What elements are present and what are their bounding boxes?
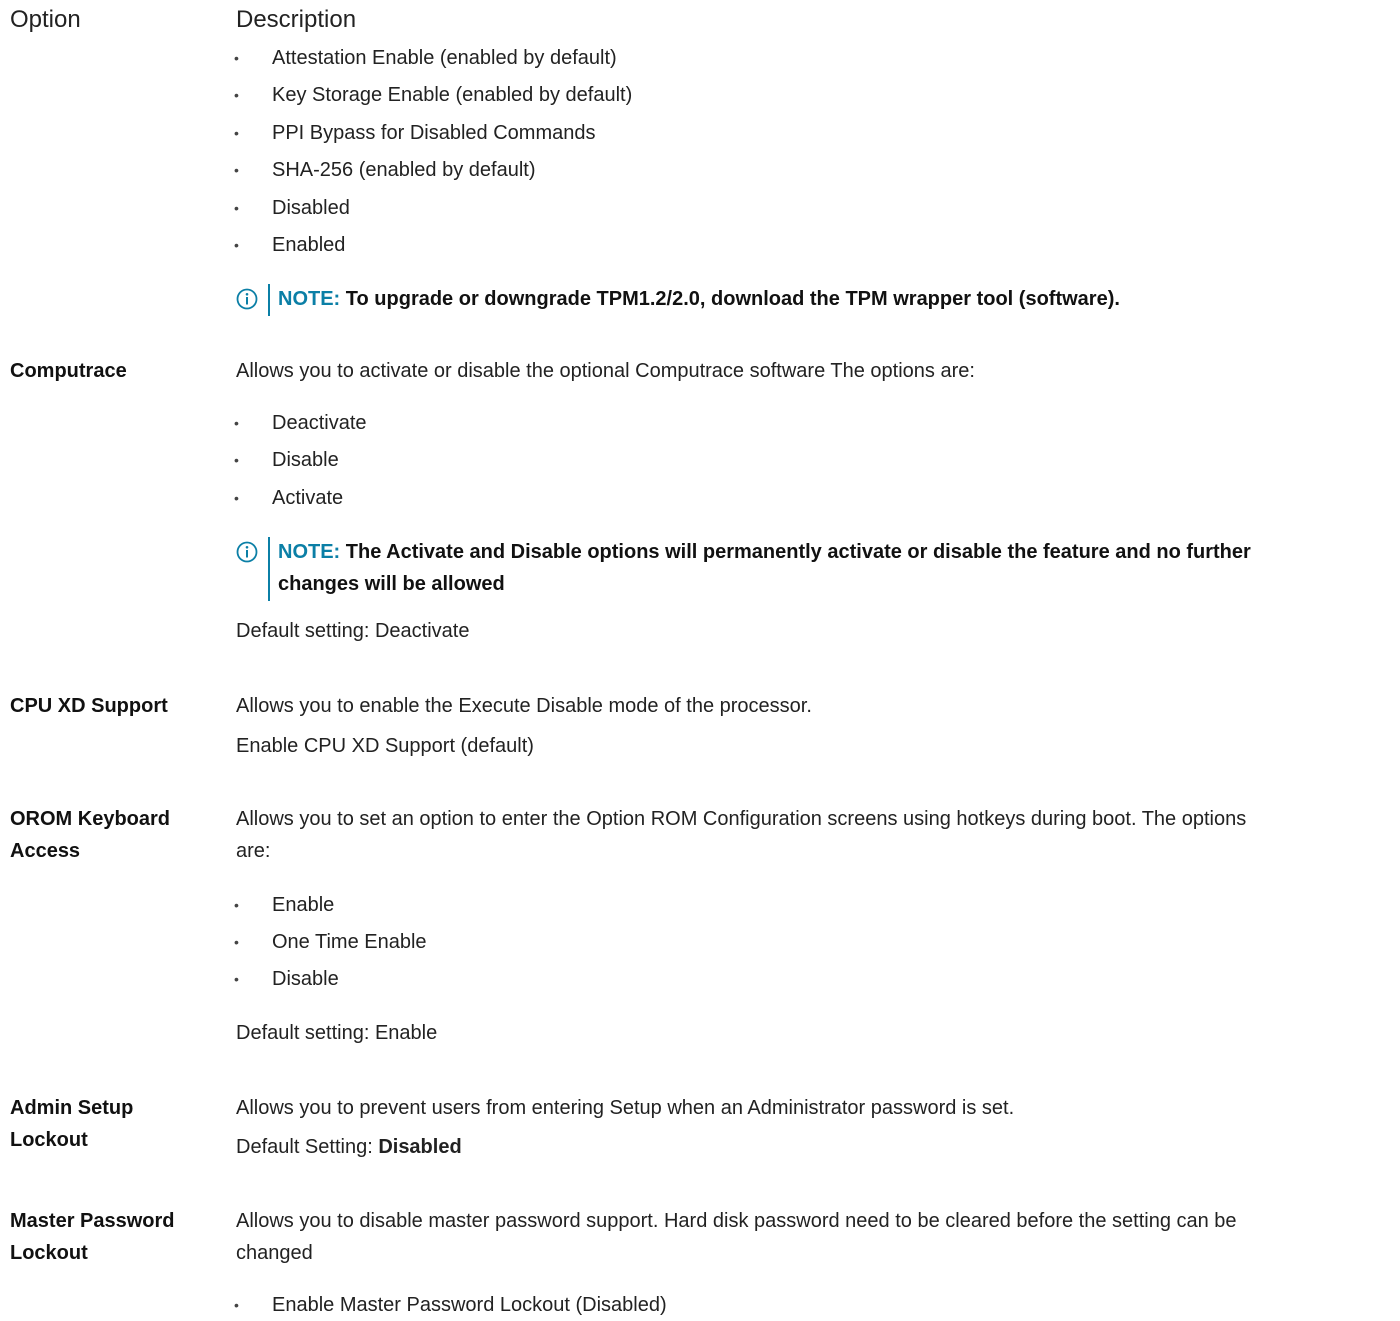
option-description-cont: changed xyxy=(236,1242,313,1264)
bullet-dot: • xyxy=(234,971,239,987)
bullet-dot: • xyxy=(234,125,239,141)
bullet-dot: • xyxy=(234,934,239,950)
header-option: Option xyxy=(10,6,81,33)
option-description: Allows you to prevent users from enterin… xyxy=(236,1097,1015,1119)
list-item: • Deactivate xyxy=(234,407,367,439)
bullet-dot: • xyxy=(234,415,239,431)
option-label-admin-lockout: Admin Setup Lockout xyxy=(10,1097,134,1151)
note-divider xyxy=(268,537,270,601)
bullet-dot: • xyxy=(234,50,239,66)
list-item: • Disable xyxy=(234,963,339,995)
option-label-computrace: Computrace xyxy=(10,360,127,382)
note-tpm: NOTE: To upgrade or downgrade TPM1.2/2.0… xyxy=(278,288,1120,310)
bullet-dot: • xyxy=(234,1297,239,1313)
bullet-dot: • xyxy=(234,897,239,913)
list-item: • Enable Master Password Lockout (Disable… xyxy=(234,1289,667,1321)
option-description: Allows you to disable master password su… xyxy=(236,1210,1237,1232)
list-item: • Disable xyxy=(234,444,339,476)
default-setting: Default setting: Deactivate xyxy=(236,620,470,642)
option-description: Allows you to activate or disable the op… xyxy=(236,360,975,382)
option-description: Allows you to enable the Execute Disable… xyxy=(236,695,812,717)
note-divider xyxy=(268,284,270,316)
option-label-cpu-xd: CPU XD Support xyxy=(10,695,168,717)
option-label-orom: OROM Keyboard Access xyxy=(10,808,171,862)
list-item: • Disabled xyxy=(234,192,350,224)
info-circle-icon xyxy=(236,541,258,563)
list-item: • Enable xyxy=(234,889,334,921)
list-item: • Key Storage Enable (enabled by default) xyxy=(234,79,632,111)
default-setting: Default Setting: Disabled xyxy=(236,1136,462,1158)
bullet-dot: • xyxy=(234,237,239,253)
default-value: Disabled xyxy=(378,1136,462,1158)
list-item: • One Time Enable xyxy=(234,926,427,958)
note-computrace-cont: changes will be allowed xyxy=(278,573,505,595)
bullet-dot: • xyxy=(234,200,239,216)
bullet-dot: • xyxy=(234,87,239,103)
option-label-master-password: Master Password Lockout xyxy=(10,1210,175,1264)
header-description: Description xyxy=(236,6,357,33)
info-circle-icon xyxy=(236,288,258,310)
note-computrace: NOTE: The Activate and Disable options w… xyxy=(278,541,1251,563)
option-description-cont: are: xyxy=(236,840,271,862)
list-item: • Activate xyxy=(234,482,343,514)
bullet-dot: • xyxy=(234,452,239,468)
bullet-dot: • xyxy=(234,490,239,506)
default-setting: Enable CPU XD Support (default) xyxy=(236,735,534,757)
list-item: • SHA-256 (enabled by default) xyxy=(234,154,536,186)
bullet-dot: • xyxy=(234,162,239,178)
option-description: Allows you to set an option to enter the… xyxy=(236,808,1247,830)
list-item: • Attestation Enable (enabled by default) xyxy=(234,42,617,74)
list-item: • PPI Bypass for Disabled Commands xyxy=(234,117,595,149)
list-item: • Enabled xyxy=(234,229,345,261)
default-setting: Default setting: Enable xyxy=(236,1022,438,1044)
